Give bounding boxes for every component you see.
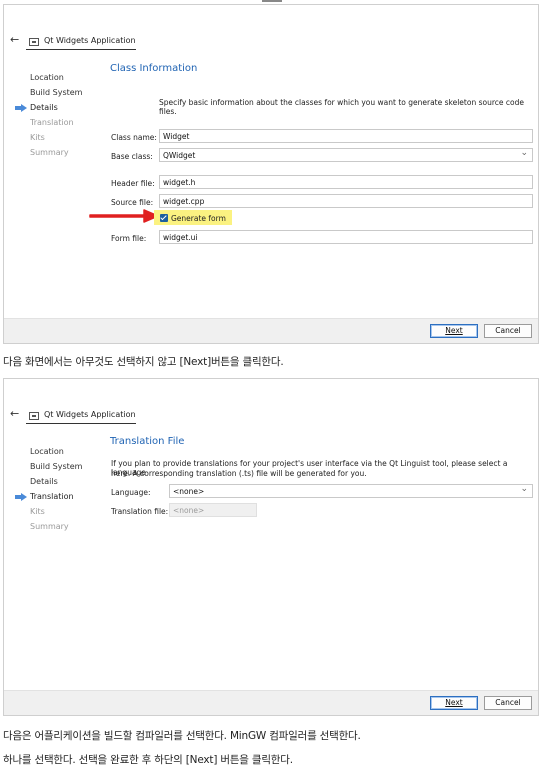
page-description-line2: here. A corresponding translation (.ts) … [111,469,367,478]
wizard-title-bar: ← Qt Widgets Application [4,407,538,427]
step-translation: Translation [30,118,74,127]
next-button-label: Next [445,326,463,335]
step-summary: Summary [30,148,69,157]
form-file-input[interactable]: widget.ui [159,230,533,244]
back-arrow-icon[interactable]: ← [10,33,19,46]
source-file-label: Source file: [111,198,154,207]
translation-file-input: <none> [169,503,257,517]
current-step-arrow-icon [15,104,27,112]
step-translation: Translation [15,492,74,501]
cancel-button[interactable]: Cancel [484,324,532,338]
back-arrow-icon[interactable]: ← [10,407,19,420]
form-file-label: Form file: [111,234,147,243]
caption-1: 다음 화면에서는 아무것도 선택하지 않고 [Next]버튼을 클릭한다. [3,356,284,368]
source-file-input[interactable]: widget.cpp [159,194,533,208]
step-details: Details [30,477,58,486]
step-location: Location [30,73,64,82]
class-name-label: Class name: [111,133,157,142]
step-summary: Summary [30,522,69,531]
language-select[interactable]: <none> [169,484,533,498]
base-class-label: Base class: [111,152,153,161]
window-icon [29,38,39,46]
wizard-window-translation-file: ← Qt Widgets Application Location Build … [3,378,539,716]
step-kits: Kits [30,133,45,142]
top-divider [262,0,282,2]
next-button-label: Next [445,698,463,707]
wizard-title: Qt Widgets Application [44,410,136,419]
step-build-system: Build System [30,462,83,471]
header-file-label: Header file: [111,179,155,188]
step-build-system: Build System [30,88,83,97]
language-label: Language: [111,488,151,497]
title-underline [26,49,136,50]
step-details: Details [15,103,58,112]
wizard-button-bar: Next Cancel [4,318,538,343]
class-name-input[interactable]: Widget [159,129,533,143]
wizard-title-bar: ← Qt Widgets Application [4,33,538,53]
step-location: Location [30,447,64,456]
annotation-red-arrow-icon [89,209,159,223]
caption-2-line2: 하나를 선택한다. 선택을 완료한 후 하단의 [Next] 버튼을 클릭한다. [3,754,293,766]
page-title: Translation File [110,436,185,447]
next-button[interactable]: Next [430,324,478,338]
step-details-label: Details [30,103,58,112]
wizard-title: Qt Widgets Application [44,36,136,45]
page-description: Specify basic information about the clas… [159,98,524,116]
wizard-button-bar: Next Cancel [4,690,538,715]
current-step-arrow-icon [15,493,27,501]
base-class-select[interactable]: QWidget [159,148,533,162]
header-file-input[interactable]: widget.h [159,175,533,189]
step-translation-label: Translation [30,492,74,501]
generate-form-label[interactable]: Generate form [171,214,226,223]
page-title: Class Information [110,63,198,74]
cancel-button[interactable]: Cancel [484,696,532,710]
step-kits: Kits [30,507,45,516]
title-underline [26,423,136,424]
caption-2-line1: 다음은 어플리케이션을 빌드할 컴파일러를 선택한다. MinGW 컴파일러를 … [3,730,361,742]
window-icon [29,412,39,420]
wizard-window-class-information: ← Qt Widgets Application Location Build … [3,4,539,344]
translation-file-label: Translation file: [111,507,169,516]
generate-form-checkbox[interactable] [160,214,168,222]
next-button[interactable]: Next [430,696,478,710]
